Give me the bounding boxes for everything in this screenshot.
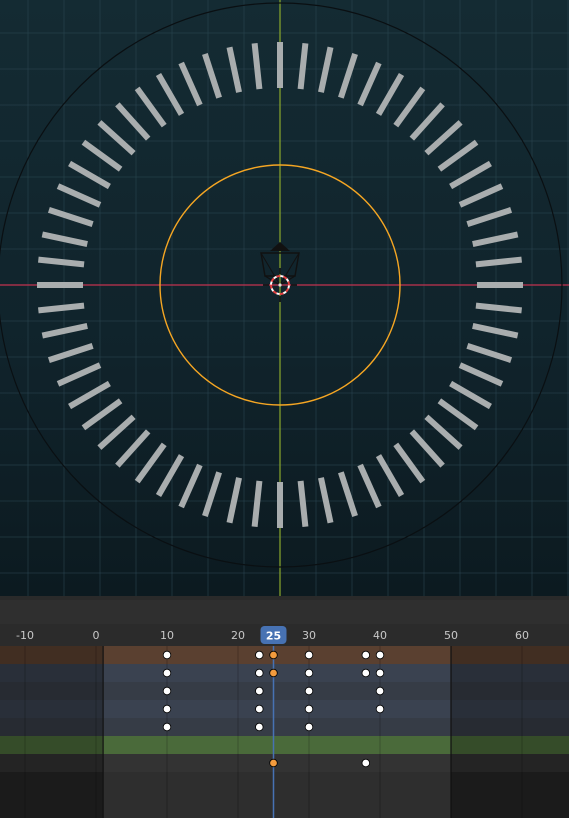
- ring-bar[interactable]: [155, 454, 185, 497]
- ring-bar[interactable]: [68, 380, 111, 410]
- dope-sheet[interactable]: -10 0 10 20 30 40 50 60 25: [0, 624, 569, 818]
- ring-bar[interactable]: [155, 73, 185, 116]
- ruler-label: -10: [16, 629, 34, 642]
- ring-bar[interactable]: [68, 160, 111, 190]
- ring-bar[interactable]: [475, 302, 522, 314]
- ring-bar[interactable]: [437, 139, 479, 172]
- keyframe[interactable]: [375, 686, 385, 696]
- ring-bar[interactable]: [409, 429, 445, 468]
- ruler-label: 20: [231, 629, 245, 642]
- ruler-label: 40: [373, 629, 387, 642]
- ring-bar[interactable]: [424, 414, 463, 450]
- viewport-canvas[interactable]: [0, 0, 569, 596]
- ring-bar[interactable]: [97, 414, 136, 450]
- keyframe-selected[interactable]: [269, 650, 278, 660]
- ruler-label: 60: [515, 629, 529, 642]
- keyframe[interactable]: [255, 686, 264, 696]
- ruler-label: 30: [302, 629, 316, 642]
- ring-bar[interactable]: [297, 480, 309, 527]
- keyframe[interactable]: [375, 650, 385, 660]
- ring-bar[interactable]: [41, 323, 88, 339]
- keyframe[interactable]: [255, 650, 264, 660]
- ring-bar[interactable]: [338, 52, 358, 99]
- ring-bar[interactable]: [134, 442, 167, 484]
- ring-bar[interactable]: [375, 73, 405, 116]
- ring-bar[interactable]: [41, 231, 88, 247]
- keyframe-selected[interactable]: [269, 668, 278, 678]
- ruler-label: 10: [160, 629, 174, 642]
- ring-bar[interactable]: [251, 480, 263, 527]
- camera-triangle: [270, 242, 290, 251]
- ring-bar[interactable]: [134, 86, 167, 128]
- ring-bar[interactable]: [449, 160, 492, 190]
- ring-bar[interactable]: [97, 120, 136, 156]
- keyframe[interactable]: [375, 704, 385, 714]
- ring-bar[interactable]: [38, 256, 85, 268]
- ring-bar[interactable]: [472, 323, 519, 339]
- ring-bar[interactable]: [318, 477, 334, 524]
- 3d-cursor-icon[interactable]: [263, 268, 297, 302]
- ring-bar[interactable]: [393, 86, 426, 128]
- ring-bar[interactable]: [202, 52, 222, 99]
- 3d-viewport[interactable]: [0, 0, 569, 596]
- ring-bar[interactable]: [202, 471, 222, 518]
- ring-bar[interactable]: [466, 207, 513, 227]
- timeline-header: [0, 600, 569, 624]
- keyframe[interactable]: [304, 722, 314, 732]
- keyframe[interactable]: [255, 668, 264, 678]
- keyframe[interactable]: [361, 668, 370, 678]
- keyframe[interactable]: [162, 722, 172, 732]
- ring-bar[interactable]: [38, 302, 85, 314]
- out-of-range-left: [0, 646, 104, 818]
- cursor-center: [278, 283, 282, 287]
- keyframe[interactable]: [304, 668, 314, 678]
- ring-bar[interactable]: [472, 231, 519, 247]
- keyframe[interactable]: [304, 686, 314, 696]
- ring-bar[interactable]: [338, 471, 358, 518]
- ring-bar[interactable]: [226, 46, 242, 93]
- keyframe[interactable]: [162, 686, 172, 696]
- ruler-label: 50: [444, 629, 458, 642]
- keyframe[interactable]: [162, 650, 172, 660]
- keyframe[interactable]: [361, 650, 370, 660]
- dope-sheet-canvas[interactable]: -10 0 10 20 30 40 50 60 25: [0, 624, 569, 818]
- ring-bar[interactable]: [47, 343, 94, 363]
- ring-bar[interactable]: [81, 398, 123, 431]
- ring-bar[interactable]: [437, 398, 479, 431]
- ring-bar[interactable]: [424, 120, 463, 156]
- keyframe[interactable]: [375, 668, 385, 678]
- keyframe[interactable]: [255, 722, 264, 732]
- ring-bar[interactable]: [115, 102, 151, 141]
- ring-bar[interactable]: [393, 442, 426, 484]
- keyframe[interactable]: [304, 650, 314, 660]
- ring-bar[interactable]: [475, 256, 522, 268]
- keyframe[interactable]: [361, 758, 370, 768]
- current-frame-label: 25: [266, 630, 281, 643]
- ring-bar[interactable]: [297, 43, 309, 90]
- ring-bar[interactable]: [449, 380, 492, 410]
- keyframe[interactable]: [162, 704, 172, 714]
- keyframe[interactable]: [304, 704, 314, 714]
- ring-bar[interactable]: [409, 102, 445, 141]
- ring-bar[interactable]: [318, 46, 334, 93]
- ring-bar[interactable]: [47, 207, 94, 227]
- ring-bar[interactable]: [81, 139, 123, 172]
- keyframe-selected[interactable]: [269, 758, 278, 768]
- keyframe[interactable]: [255, 704, 264, 714]
- ruler-label: 0: [93, 629, 100, 642]
- ring-bar[interactable]: [375, 454, 405, 497]
- ring-bar[interactable]: [466, 343, 513, 363]
- out-of-range-right: [451, 646, 569, 818]
- ring-bar[interactable]: [251, 43, 263, 90]
- ring-bar[interactable]: [115, 429, 151, 468]
- ring-bar[interactable]: [226, 477, 242, 524]
- keyframe[interactable]: [162, 668, 172, 678]
